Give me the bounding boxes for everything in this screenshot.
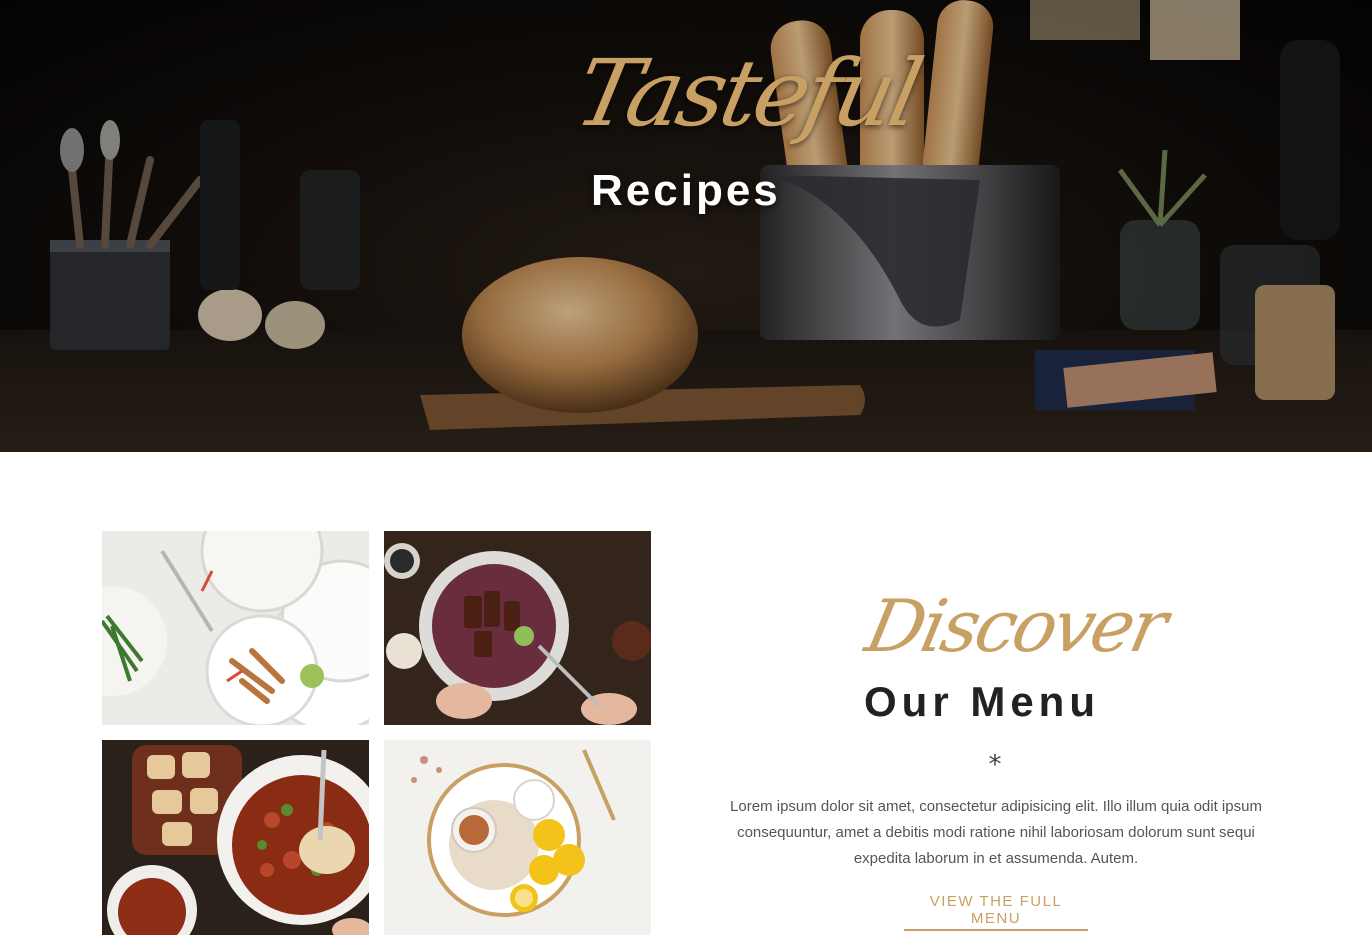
hero-script-title: Tasteful	[566, 40, 928, 147]
salad-plates-photo	[102, 531, 369, 725]
hero-title: Recipes	[591, 166, 781, 215]
section-divider: *	[988, 750, 1002, 780]
menu-script-title: Discover	[859, 584, 1173, 668]
view-full-menu-link[interactable]: VIEW THE FULL MENU	[904, 893, 1088, 931]
menu-section-title: Our Menu	[864, 678, 1100, 725]
hero-banner: Tasteful Recipes	[0, 0, 1372, 452]
menu-description: Lorem ipsum dolor sit amet, consectetur …	[730, 798, 1262, 867]
lemon-dessert-photo	[384, 740, 651, 935]
beef-bowl-photo	[384, 531, 651, 725]
stew-dumplings-photo	[102, 740, 369, 935]
